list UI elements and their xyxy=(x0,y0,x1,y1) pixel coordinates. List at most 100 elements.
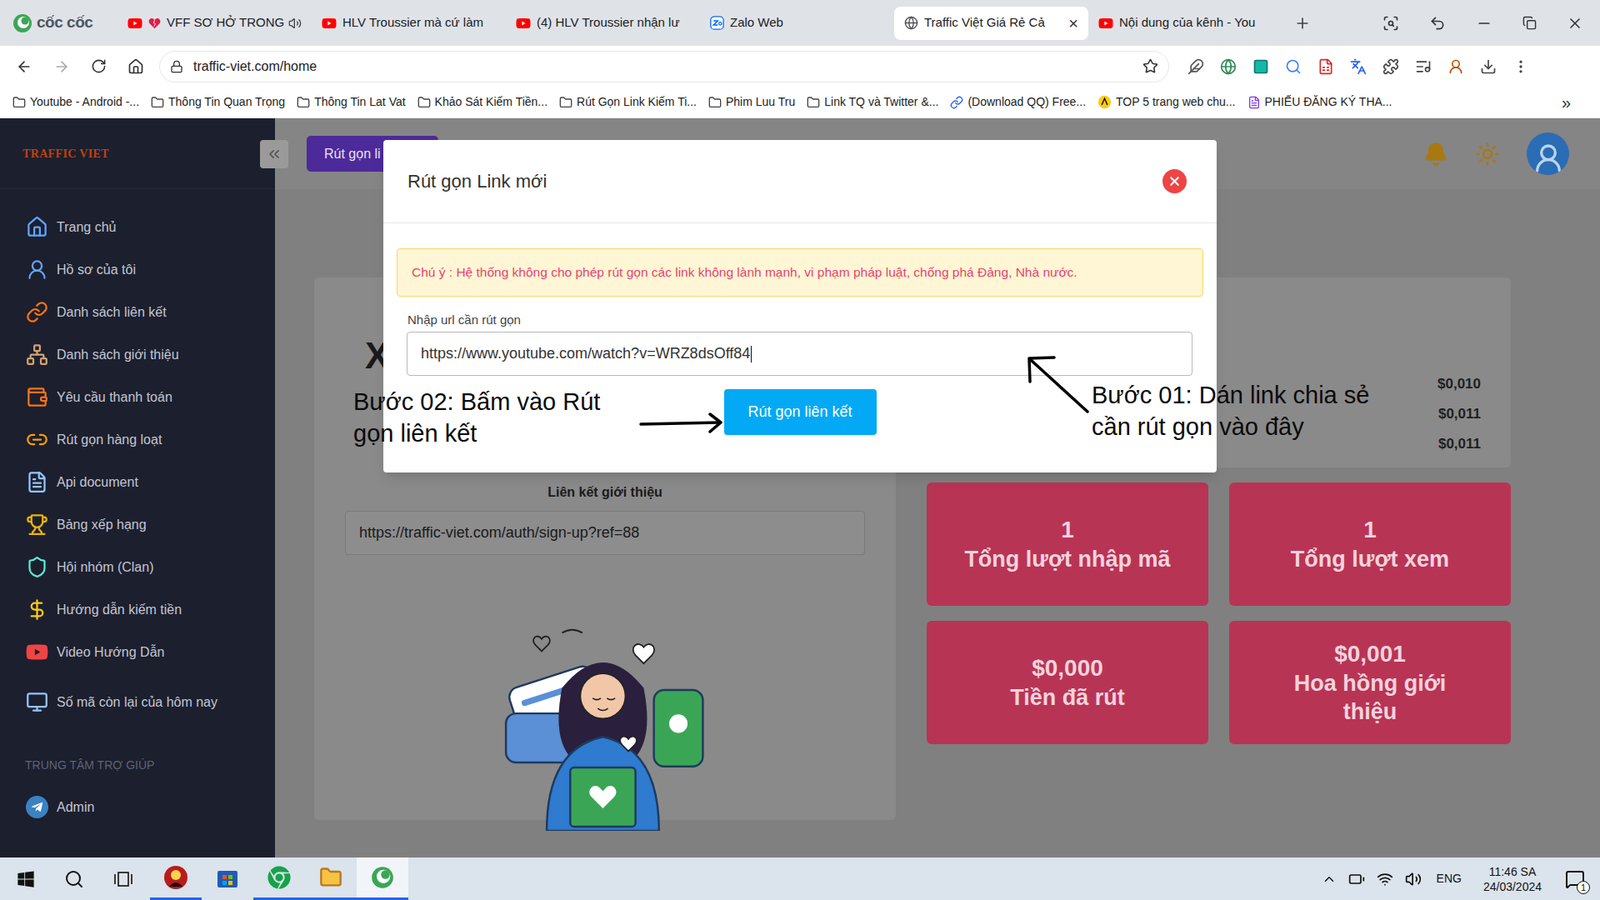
sidebar-item[interactable]: Api document xyxy=(0,460,275,504)
taskbar-app[interactable] xyxy=(150,857,202,900)
sidebar: TRAFFIC VIETTrang chủHồ sơ của tôiDanh s… xyxy=(0,118,275,858)
reload-icon[interactable] xyxy=(90,58,107,75)
bookmark[interactable]: TOP 5 trang web chu... xyxy=(1097,93,1235,111)
bookmark[interactable]: Khảo Sát Kiếm Tiền... xyxy=(417,93,548,111)
address-row: traffic-viet.com/home xyxy=(0,45,1600,87)
sidebar-item[interactable]: Hồ sơ của tôi xyxy=(0,248,275,291)
tab-audio-icon[interactable] xyxy=(288,16,302,30)
browser-tab-bar: cốc cốcVFF SƠ HỞ TRONGHLV Troussier mà c… xyxy=(0,0,1600,46)
stat-card: 1Tổng lượt xem xyxy=(1229,482,1511,606)
browser-tab[interactable]: VFF SƠ HỞ TRONG xyxy=(117,6,312,40)
browser-tab[interactable]: HLV Troussier mà cứ làm xyxy=(311,6,506,40)
chart-extension-icon[interactable] xyxy=(1317,58,1335,75)
taskbar: ENG 11:46 SA24/03/2024 1 xyxy=(0,857,1600,900)
theme-sun-icon[interactable] xyxy=(1475,141,1500,167)
taskbar-app[interactable] xyxy=(201,857,254,900)
minimize-icon[interactable] xyxy=(1475,15,1493,32)
volume-icon[interactable] xyxy=(1405,870,1422,888)
sidebar-item[interactable]: Danh sách liên kết xyxy=(0,290,275,334)
browser-tab[interactable]: Nội dung của kênh - You xyxy=(1088,6,1283,40)
referral-link-field[interactable]: https://traffic-viet.com/auth/sign-up?re… xyxy=(345,510,865,555)
sidebar-item[interactable]: Hướng dẫn kiếm tiền xyxy=(0,588,275,631)
teal-extension-icon[interactable] xyxy=(1252,58,1270,75)
bookmark[interactable]: Thông Tin Quan Trọng xyxy=(150,93,285,111)
feather-extension-icon[interactable] xyxy=(1187,58,1205,75)
youtube-icon xyxy=(515,15,531,31)
new-tab-icon[interactable] xyxy=(1294,15,1311,32)
bookmark-star-icon[interactable] xyxy=(1142,58,1159,75)
game-app-icon xyxy=(163,865,189,890)
sidebar-logo[interactable]: TRAFFIC VIET xyxy=(0,118,275,190)
profile-icon[interactable] xyxy=(1447,58,1465,75)
tray-expand-icon[interactable] xyxy=(1321,871,1337,887)
sidebar-item[interactable]: Video Hướng Dẫn xyxy=(0,630,275,674)
chrome-app-icon xyxy=(267,865,291,890)
youtube-icon xyxy=(1098,15,1114,31)
bell-icon[interactable] xyxy=(1423,141,1449,167)
battery-icon[interactable] xyxy=(1348,870,1365,888)
sidebar-item[interactable]: Số mã còn lại của hôm nay xyxy=(0,680,275,724)
bookmark[interactable]: Youtube - Android -... xyxy=(12,93,140,111)
clock[interactable]: 11:46 SA24/03/2024 xyxy=(1476,864,1549,895)
browser-tab[interactable]: (4) HLV Troussier nhận lư xyxy=(505,6,700,40)
zalo-icon xyxy=(710,15,725,30)
bookmark[interactable]: Phim Luu Tru xyxy=(708,93,795,111)
stat-card: $0,000Tiền đã rút xyxy=(926,620,1209,745)
reverse-icon[interactable] xyxy=(1429,15,1446,32)
download-icon[interactable] xyxy=(1480,58,1497,75)
restore-icon[interactable] xyxy=(1522,15,1537,30)
extensions-icon[interactable] xyxy=(1382,58,1400,75)
url-input[interactable]: https://www.youtube.com/watch?v=WRZ8dsOf… xyxy=(406,331,1193,376)
modal-header: Rút gọn Link mới xyxy=(383,140,1217,224)
notification-badge: 1 xyxy=(1576,880,1590,895)
bookmark[interactable]: Rút Gọn Link Kiếm Ti... xyxy=(559,93,697,111)
sidebar-item[interactable]: Trang chủ xyxy=(0,205,275,249)
bookmarks-bar: Youtube - Android -... Thông Tin Quan Trọ… xyxy=(0,86,1600,119)
taskbar-app[interactable] xyxy=(305,857,357,900)
task-view-button[interactable] xyxy=(96,857,150,900)
screen-search-icon[interactable] xyxy=(1382,15,1400,32)
bookmark[interactable]: Link TQ và Twitter &... xyxy=(806,93,939,111)
screen: cốc cốcVFF SƠ HỞ TRONGHLV Troussier mà c… xyxy=(0,0,1600,900)
search-extension-icon[interactable] xyxy=(1285,58,1302,75)
forward-icon[interactable] xyxy=(53,58,70,75)
tab-close-button[interactable]: × xyxy=(1068,15,1079,32)
shorten-submit-button[interactable]: Rút gọn liên kết xyxy=(724,389,877,435)
bookmark[interactable]: (Download QQ) Free... xyxy=(950,93,1086,111)
collapse-sidebar-button[interactable] xyxy=(260,140,289,169)
network-icon[interactable] xyxy=(1376,870,1394,888)
menu-icon[interactable] xyxy=(1512,58,1530,75)
sidebar-item[interactable]: Hội nhóm (Clan) xyxy=(0,545,275,589)
avatar[interactable] xyxy=(1526,132,1570,175)
browser-brand[interactable]: cốc cốc xyxy=(12,10,118,35)
close-window-icon[interactable] xyxy=(1566,15,1584,32)
collapse-icon xyxy=(265,145,283,163)
modal-close-button[interactable] xyxy=(1162,169,1187,194)
home-icon[interactable] xyxy=(127,58,145,75)
browser-tab[interactable]: Zalo Web xyxy=(700,6,895,40)
taskbar-app[interactable] xyxy=(356,857,409,900)
bookmark[interactable]: PHIẾU ĐĂNG KÝ THA... xyxy=(1247,93,1393,111)
modal-title: Rút gọn Link mới xyxy=(407,167,547,195)
windows-icon xyxy=(16,870,35,889)
sidebar-item[interactable]: Danh sách giới thiệu xyxy=(0,333,275,376)
taskbar-app[interactable] xyxy=(253,857,305,900)
start-button[interactable] xyxy=(0,857,52,900)
globe-extension-icon[interactable] xyxy=(1220,58,1237,75)
address-field[interactable]: traffic-viet.com/home xyxy=(159,50,1170,83)
sidebar-item[interactable]: Bảng xếp hạng xyxy=(0,503,275,546)
bookmark[interactable]: Thông Tin Lat Vat xyxy=(296,93,405,111)
sidebar-item[interactable]: Admin xyxy=(0,785,275,829)
sidebar-item[interactable]: Yêu cầu thanh toán xyxy=(0,375,275,419)
notification-button[interactable]: 1 xyxy=(1560,864,1590,895)
language-indicator[interactable]: ENG xyxy=(1433,870,1465,888)
search-icon xyxy=(64,869,85,890)
playlist-icon[interactable] xyxy=(1415,58,1432,75)
translate-extension-icon[interactable] xyxy=(1350,58,1367,75)
browser-tab[interactable]: Traffic Việt Giá Rẻ Cả× xyxy=(894,6,1089,40)
money-icon xyxy=(25,598,49,621)
back-icon[interactable] xyxy=(15,58,33,75)
search-button[interactable] xyxy=(51,857,97,900)
bookmarks-more-button[interactable]: » xyxy=(1561,90,1588,115)
sidebar-item[interactable]: Rút gọn hàng loạt xyxy=(0,418,275,461)
